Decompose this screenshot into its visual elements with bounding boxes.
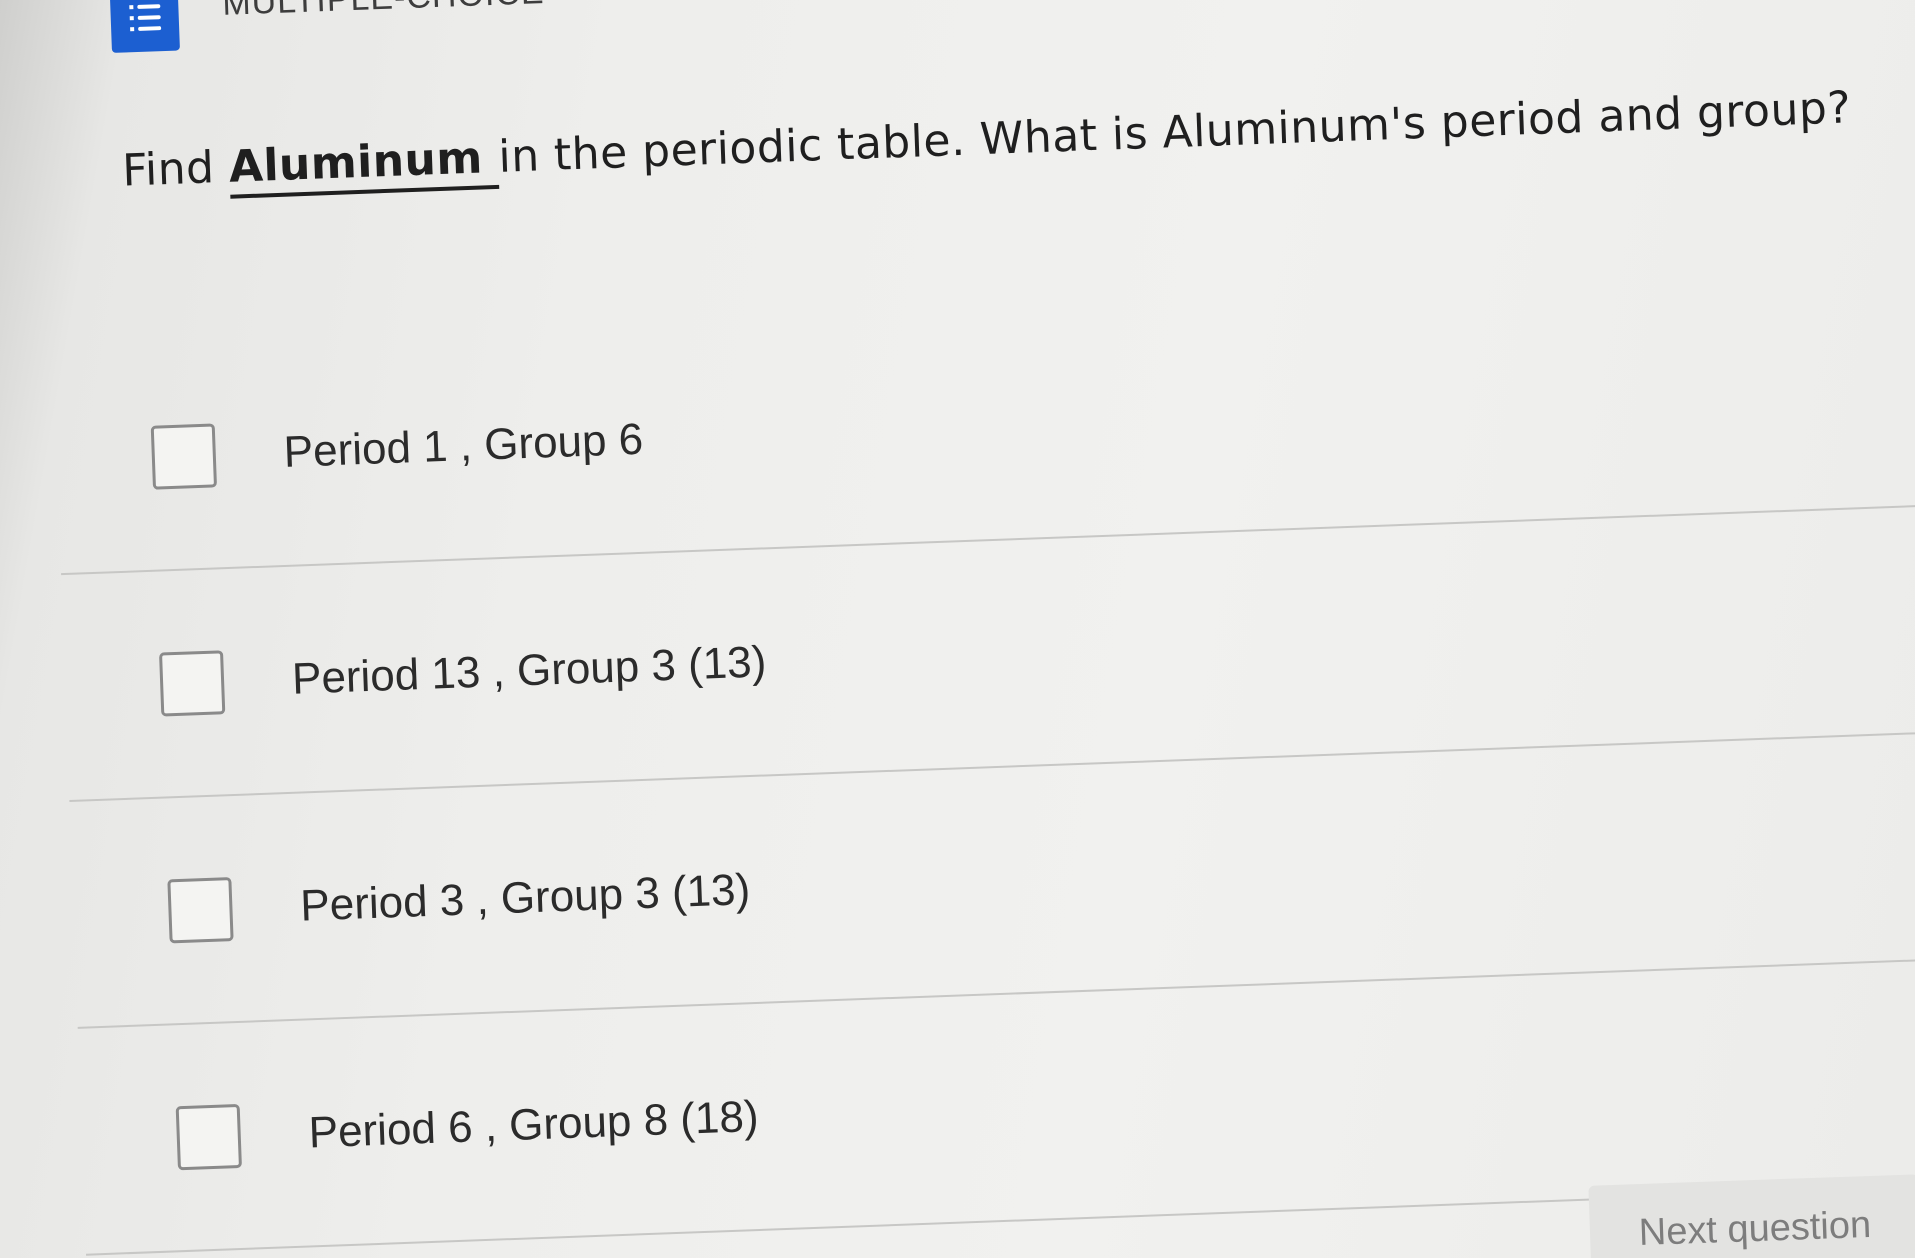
answer-label: Period 6 , Group 8 (18) [307,1091,760,1157]
answer-checkbox[interactable] [150,422,217,490]
quiz-content: MULTIPLE-CHOICE Find Aluminum in the per… [0,0,1915,1257]
answer-label: Period 1 , Group 6 [282,414,644,477]
numbered-list-icon [109,0,180,53]
next-question-button[interactable]: Next question [1588,1174,1915,1258]
answer-checkbox[interactable] [175,1103,242,1170]
answer-label: Period 13 , Group 3 (13) [291,636,768,704]
question-keyword: Aluminum [227,131,500,199]
question-header: MULTIPLE-CHOICE [109,0,546,54]
answer-options: Period 1 , Group 6 Period 13 , Group 3 (… [52,278,1915,1256]
answer-checkbox[interactable] [159,649,226,717]
question-type-label: MULTIPLE-CHOICE [222,0,546,23]
question-text: Find Aluminum in the periodic table. Wha… [121,82,1852,199]
answer-checkbox[interactable] [167,876,234,943]
answer-label: Period 3 , Group 3 (13) [299,864,751,931]
question-prefix: Find [121,141,230,197]
quiz-screen: MULTIPLE-CHOICE Find Aluminum in the per… [0,0,1915,1258]
question-suffix: in the periodic table. What is Aluminum'… [497,82,1852,183]
